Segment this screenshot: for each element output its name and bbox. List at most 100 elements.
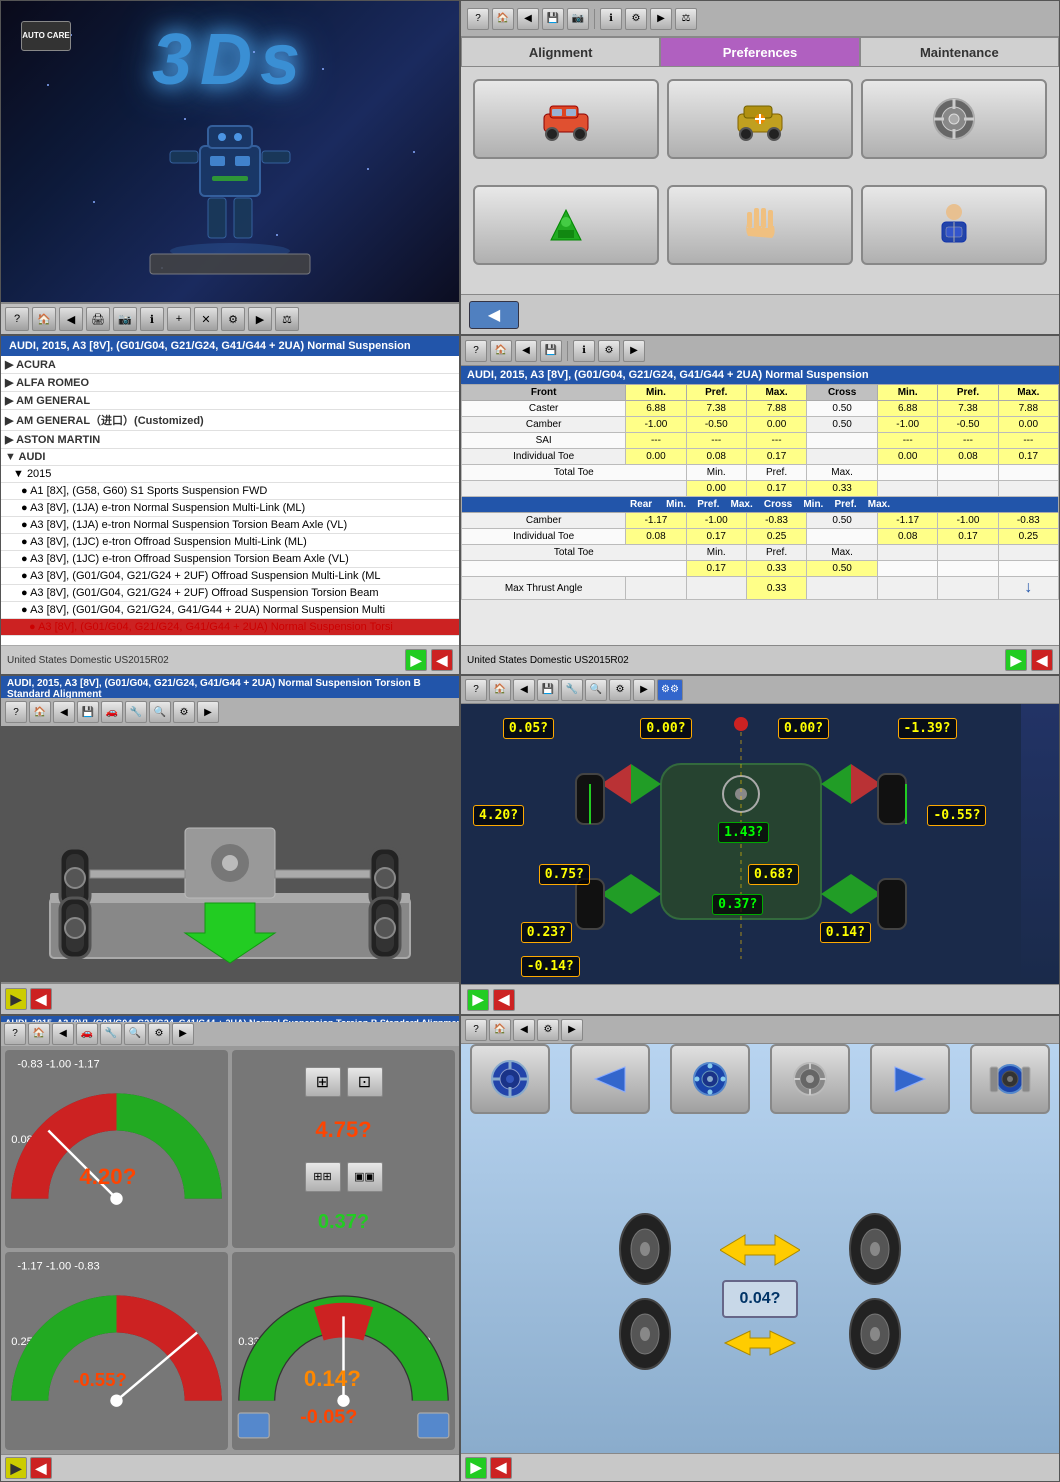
eq-gear-btn[interactable]: ⚙ xyxy=(537,1019,559,1041)
eq-arrow-left-btn[interactable] xyxy=(570,1044,650,1114)
list-item[interactable]: ● A3 [8V], (1JA) e-tron Normal Suspensio… xyxy=(1,517,459,534)
forward-button[interactable]: ▶ xyxy=(248,307,272,331)
eq-wheel-hub-btn[interactable] xyxy=(670,1044,750,1114)
spec-save-btn[interactable]: 💾 xyxy=(540,340,562,362)
home-button[interactable]: 🏠 xyxy=(32,307,56,331)
wd-save-btn[interactable]: 💾 xyxy=(77,701,99,723)
pref-back-btn[interactable]: ◀ xyxy=(517,8,539,30)
list-item[interactable]: ▶ ASTON MARTIN xyxy=(1,431,459,449)
list-item[interactable]: ● A3 [8V], (G01/G04, G21/G24 + 2UF) Offr… xyxy=(1,568,459,585)
pref-diag-btn[interactable] xyxy=(667,79,853,159)
spec-home-btn[interactable]: 🏠 xyxy=(490,340,512,362)
live-next-btn[interactable]: ▶ xyxy=(467,989,489,1011)
gauge-next-btn[interactable]: ▶ xyxy=(5,1457,27,1479)
live-help-btn[interactable]: ? xyxy=(465,679,487,701)
pref-car-settings-btn[interactable] xyxy=(473,79,659,159)
back-nav-button[interactable]: ◀ xyxy=(431,649,453,671)
info-button[interactable]: ℹ xyxy=(140,307,164,331)
list-item[interactable]: ● A3 [8V], (G01/G04, G21/G24, G41/G44 + … xyxy=(1,602,459,619)
eq-back-btn[interactable]: ◀ xyxy=(513,1019,535,1041)
eq-arrow-right-btn[interactable] xyxy=(870,1044,950,1114)
list-item[interactable]: ▶ ACURA xyxy=(1,356,459,374)
settings-button[interactable]: ⚙ xyxy=(221,307,245,331)
tab-preferences[interactable]: Preferences xyxy=(660,37,859,67)
gauge-back-btn2[interactable]: ◀ xyxy=(30,1457,52,1479)
eq-steering-icon-btn[interactable] xyxy=(470,1044,550,1114)
spec-gear-btn[interactable]: ⚙ xyxy=(598,340,620,362)
gauge-ctrl-btn2[interactable]: ⊡ xyxy=(347,1067,383,1097)
camera-button[interactable]: 📷 xyxy=(113,307,137,331)
live-home-btn[interactable]: 🏠 xyxy=(489,679,511,701)
gauge-ctrl-btn4[interactable]: ▣▣ xyxy=(347,1162,383,1192)
gauge-car-btn[interactable]: 🚗 xyxy=(76,1023,98,1045)
spec-info-btn[interactable]: ℹ xyxy=(573,340,595,362)
help-button[interactable]: ? xyxy=(5,307,29,331)
spec-arrow-btn[interactable]: ▶ xyxy=(623,340,645,362)
close-button[interactable]: ✕ xyxy=(194,307,218,331)
tab-maintenance[interactable]: Maintenance xyxy=(860,37,1059,67)
gauge-gear-btn[interactable]: ⚙ xyxy=(148,1023,170,1045)
gauge-home-btn[interactable]: 🏠 xyxy=(28,1023,50,1045)
wd-gear-btn[interactable]: ⚙ xyxy=(173,701,195,723)
live-gear-btn[interactable]: ⚙ xyxy=(609,679,631,701)
list-item[interactable]: ● A3 [8V], (1JA) e-tron Normal Suspensio… xyxy=(1,500,459,517)
pref-gear-btn[interactable]: ⚙ xyxy=(625,8,647,30)
gauge-ctrl-btn3[interactable]: ⊞⊞ xyxy=(305,1162,341,1192)
eq-home-btn[interactable]: 🏠 xyxy=(489,1019,511,1041)
live-zoom-btn[interactable]: 🔍 xyxy=(585,679,607,701)
pref-help-btn[interactable]: ? xyxy=(467,8,489,30)
add-button[interactable]: + xyxy=(167,307,191,331)
spec-help-btn[interactable]: ? xyxy=(465,340,487,362)
prefs-back-arrow-btn[interactable]: ◀ xyxy=(469,301,519,329)
wd-wrench-btn[interactable]: 🔧 xyxy=(125,701,147,723)
eq-back-btn2[interactable]: ◀ xyxy=(490,1457,512,1479)
live-back-btn2[interactable]: ◀ xyxy=(493,989,515,1011)
eq-help-btn[interactable]: ? xyxy=(465,1019,487,1041)
pref-camera-btn[interactable]: 📷 xyxy=(567,8,589,30)
gauge-zoom-btn[interactable]: 🔍 xyxy=(124,1023,146,1045)
pref-person-btn[interactable] xyxy=(861,185,1047,265)
pref-home-btn[interactable]: 🏠 xyxy=(492,8,514,30)
list-item[interactable]: ● A3 [8V], (1JC) e-tron Offroad Suspensi… xyxy=(1,534,459,551)
pref-wheel-btn[interactable] xyxy=(861,79,1047,159)
gauge-wrench-btn[interactable]: 🔧 xyxy=(100,1023,122,1045)
list-item[interactable]: ▶ ALFA ROMEO xyxy=(1,374,459,392)
pref-save-btn[interactable]: 💾 xyxy=(542,8,564,30)
pref-info-btn[interactable]: ℹ xyxy=(600,8,622,30)
wd-home-btn[interactable]: 🏠 xyxy=(29,701,51,723)
eq-rim-btn[interactable] xyxy=(770,1044,850,1114)
live-mode-btn[interactable]: ⚙⚙ xyxy=(657,679,683,701)
list-item-selected[interactable]: ● A3 [8V], (G01/G04, G21/G24, G41/G44 + … xyxy=(1,619,459,636)
list-item-audi[interactable]: ▼ AUDI xyxy=(1,449,459,466)
pref-arrow-btn[interactable]: ▶ xyxy=(650,8,672,30)
live-back-btn[interactable]: ◀ xyxy=(513,679,535,701)
gauge-ctrl-btn1[interactable]: ⊞ xyxy=(305,1067,341,1097)
wd-car-btn[interactable]: 🚗 xyxy=(101,701,123,723)
list-item[interactable]: ▼ 2015 xyxy=(1,466,459,483)
next-button[interactable]: ▶ xyxy=(405,649,427,671)
wd-yellow-next-btn[interactable]: ▶ xyxy=(5,988,27,1010)
wd-arrow-btn[interactable]: ▶ xyxy=(197,701,219,723)
gauge-help-btn[interactable]: ? xyxy=(4,1023,26,1045)
list-item[interactable]: ● A3 [8V], (G01/G04, G21/G24 + 2UF) Offr… xyxy=(1,585,459,602)
wd-back-btn[interactable]: ◀ xyxy=(53,701,75,723)
live-wrench-btn[interactable]: 🔧 xyxy=(561,679,583,701)
list-item[interactable]: ● A3 [8V], (1JC) e-tron Offroad Suspensi… xyxy=(1,551,459,568)
specs-next-btn[interactable]: ▶ xyxy=(1005,649,1027,671)
eq-arrow-btn[interactable]: ▶ xyxy=(561,1019,583,1041)
eq-next-btn[interactable]: ▶ xyxy=(465,1457,487,1479)
print-button[interactable]: 🖨 xyxy=(86,307,110,331)
wd-red-back-btn[interactable]: ◀ xyxy=(30,988,52,1010)
eq-clamp-btn[interactable] xyxy=(970,1044,1050,1114)
list-item[interactable]: ▶ AM GENERAL xyxy=(1,392,459,410)
pref-lift-btn[interactable] xyxy=(473,185,659,265)
list-item[interactable]: ● A1 [8X], (G58, G60) S1 Sports Suspensi… xyxy=(1,483,459,500)
gauge-back-btn[interactable]: ◀ xyxy=(52,1023,74,1045)
pref-hand-btn[interactable] xyxy=(667,185,853,265)
wd-help-btn[interactable]: ? xyxy=(5,701,27,723)
specs-back-btn[interactable]: ◀ xyxy=(1031,649,1053,671)
back-button[interactable]: ◀ xyxy=(59,307,83,331)
spec-back-btn[interactable]: ◀ xyxy=(515,340,537,362)
wd-zoom-btn[interactable]: 🔍 xyxy=(149,701,171,723)
live-save-btn[interactable]: 💾 xyxy=(537,679,559,701)
